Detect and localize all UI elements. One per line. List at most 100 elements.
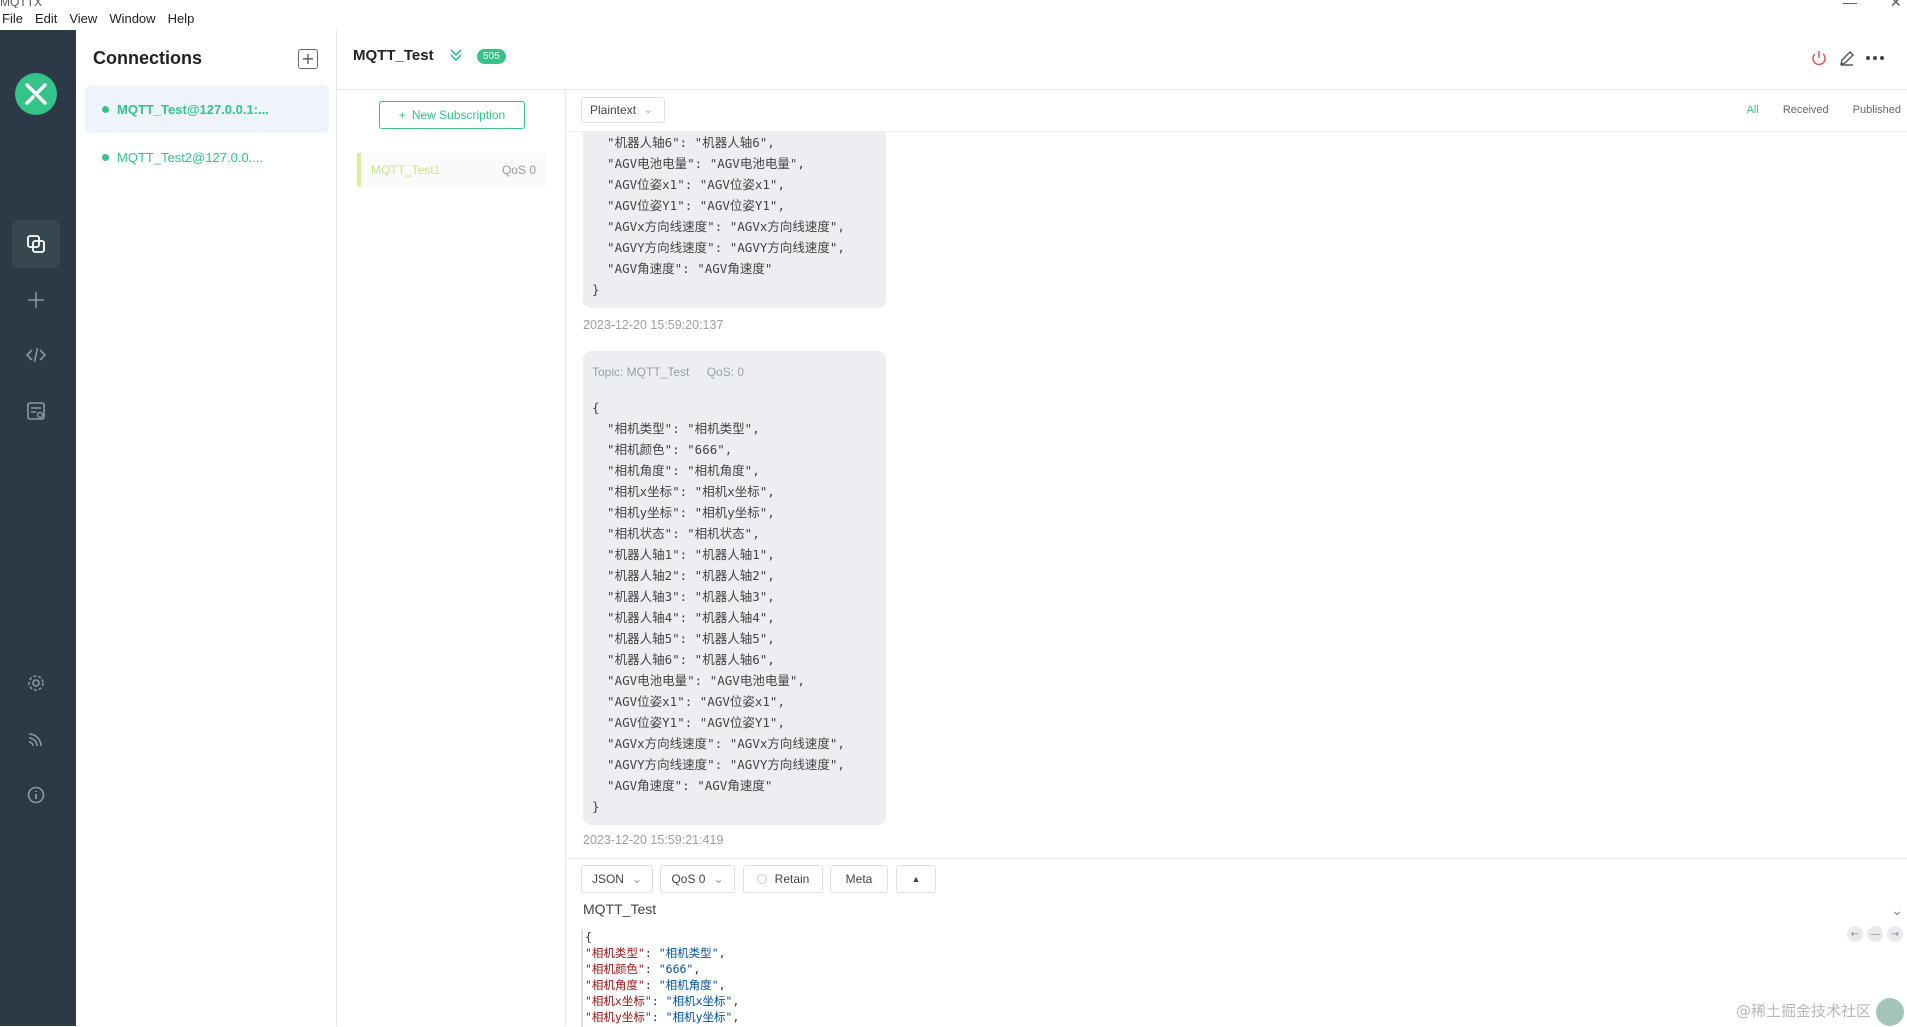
new-connection-icon[interactable]: + (298, 49, 318, 69)
arrow-left-icon[interactable]: ← (1847, 926, 1863, 942)
connections-icon[interactable] (12, 220, 60, 268)
payload-editor[interactable]: { "相机类型": "相机类型", "相机颜色": "666", "相机角度":… (581, 929, 1891, 1027)
payload-line: { (592, 400, 600, 415)
retain-radio-icon (756, 874, 767, 884)
payload-line: "AGV角速度": "AGV角速度" (592, 778, 773, 793)
connection-label: MQTT_Test2@127.0.0.... (117, 149, 264, 165)
json-value: "相机y坐标" (665, 1010, 733, 1024)
meta-label: Meta (845, 872, 873, 886)
message-filter-tabs: All Received Published (1747, 104, 1901, 116)
menu-item-file[interactable]: File (2, 11, 23, 26)
payload-line: "AGV位姿Y1": "AGV位姿Y1", (592, 715, 785, 730)
qos-select[interactable]: QoS 0 ⌄ (660, 865, 735, 893)
payload-line: } (592, 799, 600, 814)
caret-up-icon: ▲ (911, 874, 921, 884)
payload-type-select[interactable]: JSON ⌄ (581, 865, 653, 893)
payload-line: "AGVY方向线速度": "AGVY方向线速度", (592, 240, 845, 255)
publish-area: JSON ⌄ QoS 0 ⌄ Retain Meta ▲ MQTT_Test ⌄… (567, 858, 1907, 1027)
code-icon[interactable] (12, 331, 60, 379)
json-comma: , (732, 1010, 740, 1024)
menu-item-help[interactable]: Help (168, 11, 195, 26)
json-value: "666" (658, 962, 694, 976)
json-value: "相机类型" (658, 946, 719, 960)
json-key: "相机颜色" (585, 962, 645, 976)
watermark: @稀土掘金技术社区 (1735, 1002, 1871, 1020)
payload-line: "相机x坐标": "相机x坐标", (592, 484, 775, 499)
close-window-icon[interactable]: ✕ (1890, 0, 1902, 9)
qos-value: QoS 0 (671, 872, 706, 886)
menu-item-window[interactable]: Window (109, 11, 155, 26)
chevron-down-icon: ⌄ (631, 872, 643, 886)
message-timestamp: 2023-12-20 15:59:21:419 (583, 833, 724, 847)
message-bubble: "机器人轴6": "机器人轴6", "AGV电池电量": "AGV电池电量", … (583, 132, 886, 308)
payload-line: "AGV位姿x1": "AGV位姿x1", (592, 694, 785, 709)
payload-line: "AGVY方向线速度": "AGVY方向线速度", (592, 757, 845, 772)
minimize-icon[interactable]: — (1843, 0, 1857, 9)
edit-icon[interactable] (1837, 48, 1857, 68)
chevron-down-icon[interactable]: ⌄ (1891, 903, 1903, 919)
plus-icon[interactable] (12, 276, 60, 324)
menu-item-edit[interactable]: Edit (35, 11, 57, 26)
filter-published-tab[interactable]: Published (1853, 104, 1901, 116)
json-colon: : (644, 978, 659, 992)
json-key: "相机类型" (585, 946, 645, 960)
status-dot (102, 105, 109, 113)
payload-line: "AGV角速度": "AGV角速度" (592, 261, 773, 276)
connections-title: Connections (93, 48, 203, 68)
payload-format-select[interactable]: Plaintext ⌄ (581, 97, 665, 123)
json-key: "相机x坐标" (585, 994, 652, 1008)
payload-type-value: JSON (591, 872, 624, 886)
payload-line: "相机颜色": "666", (592, 442, 733, 457)
json-comma: , (732, 994, 740, 1008)
meta-button[interactable]: Meta (830, 865, 888, 893)
json-colon: : (644, 946, 659, 960)
chevron-down-icon: ⌄ (713, 872, 724, 886)
chevron-down-icon: ⌄ (644, 104, 653, 116)
json-colon: : (651, 1010, 666, 1024)
publish-topic-input[interactable]: MQTT_Test (583, 901, 656, 917)
editor-open-brace: { (585, 930, 592, 944)
collapse-button[interactable]: ▲ (896, 865, 936, 893)
payload-line: "相机y坐标": "相机y坐标", (592, 505, 775, 520)
json-colon: : (651, 994, 666, 1008)
history-nav: ← — → (1847, 926, 1903, 942)
subscription-topic: MQTT_Test1 (371, 163, 441, 177)
payload-format-value: Plaintext (590, 103, 637, 117)
connection-item[interactable]: MQTT_Test2@127.0.0.... (85, 133, 329, 181)
editor-line: "相机y坐标": "相机y坐标", (585, 1009, 1891, 1025)
filter-all-tab[interactable]: All (1747, 104, 1759, 116)
more-icon[interactable] (1865, 48, 1885, 68)
json-key: "相机角度" (585, 978, 645, 992)
minus-icon[interactable]: — (1867, 926, 1883, 942)
info-icon[interactable] (12, 771, 60, 819)
json-key: "相机y坐标" (585, 1010, 652, 1024)
connection-name: MQTT_Test (353, 47, 434, 64)
arrow-right-icon[interactable]: → (1887, 926, 1903, 942)
menu-item-view[interactable]: View (69, 11, 97, 26)
subscription-item[interactable]: MQTT_Test1 QoS 0 (357, 153, 546, 187)
filter-received-tab[interactable]: Received (1783, 104, 1829, 116)
editor-line: "相机颜色": "666", (585, 961, 1891, 977)
payload-line: "机器人轴6": "机器人轴6", (592, 652, 775, 667)
json-value: "相机角度" (658, 978, 719, 992)
payload-line: } (592, 282, 600, 297)
editor-line: "相机角度": "相机角度", (585, 977, 1891, 993)
settings-icon[interactable] (12, 659, 60, 707)
payload-line: "机器人轴3": "机器人轴3", (592, 589, 775, 604)
log-icon[interactable] (12, 387, 60, 435)
message-list: "机器人轴6": "机器人轴6", "AGV电池电量": "AGV电池电量", … (567, 132, 1907, 858)
subscription-qos: QoS 0 (501, 163, 536, 177)
payload-line: "AGV位姿x1": "AGV位姿x1", (592, 177, 785, 192)
retain-toggle[interactable]: Retain (743, 865, 823, 893)
editor-lines: "相机类型": "相机类型", "相机颜色": "666", "相机角度": "… (585, 945, 1891, 1025)
send-icon[interactable] (1876, 998, 1904, 1026)
menu-bar: MQTTX File Edit View Window Help — ✕ (0, 0, 1907, 30)
disconnect-icon[interactable] (1809, 48, 1829, 68)
payload-line: "AGV位姿Y1": "AGV位姿Y1", (592, 198, 785, 213)
message-payload: { "相机类型": "相机类型", "相机颜色": "666", "相机角度":… (592, 397, 878, 817)
new-subscription-button[interactable]: + New Subscription (379, 101, 525, 129)
double-chevron-down-icon[interactable] (448, 47, 464, 67)
connection-item[interactable]: MQTT_Test@127.0.0.1:... (85, 85, 329, 133)
rss-icon[interactable] (12, 715, 60, 763)
message-payload: "机器人轴6": "机器人轴6", "AGV电池电量": "AGV电池电量", … (592, 132, 878, 300)
